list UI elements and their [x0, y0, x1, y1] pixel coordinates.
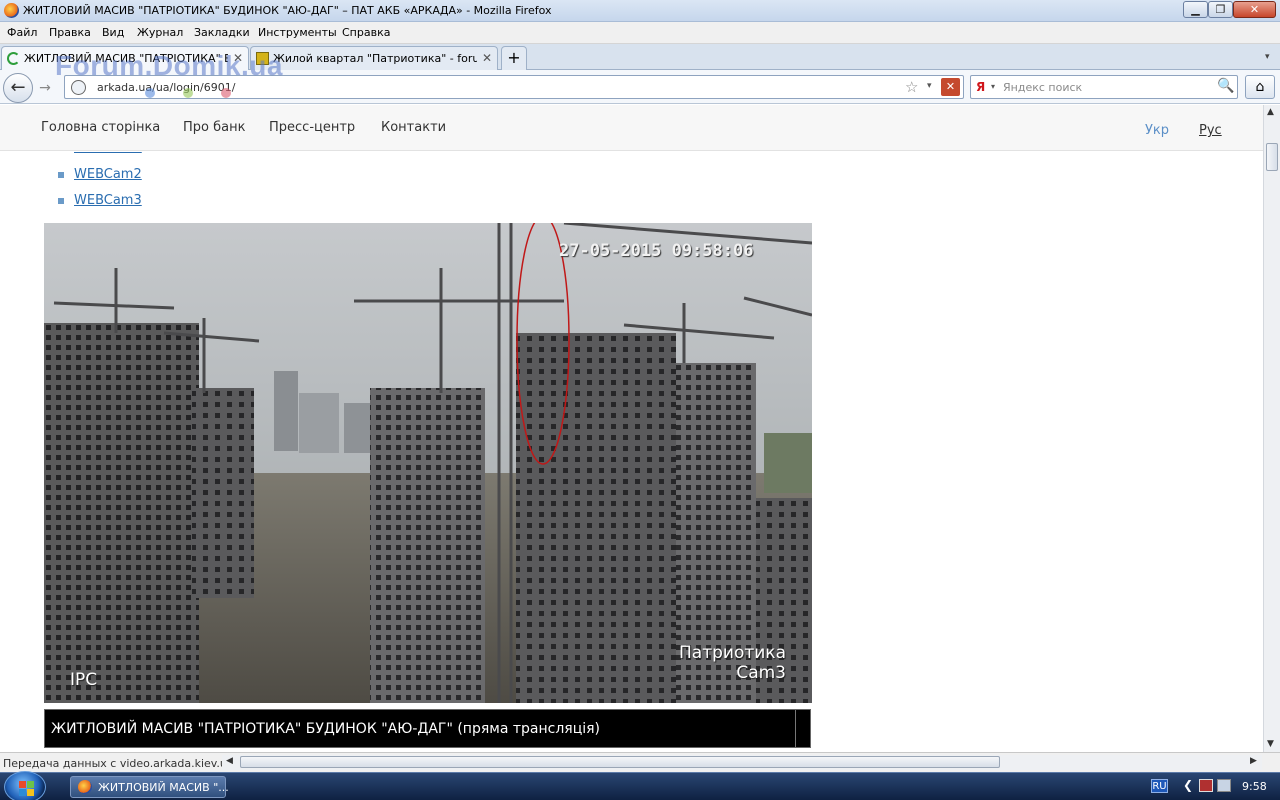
nav-press-center[interactable]: Пресс-центр: [269, 120, 355, 135]
camera-id-label: Cam3: [736, 663, 786, 683]
forum-watermark: Forum.Domik.ua: [55, 50, 283, 81]
window-titlebar: ЖИТЛОВИЙ МАСИВ "ПАТРІОТИКА" БУДИНОК "АЮ-…: [0, 0, 1280, 22]
scroll-left-arrow-icon[interactable]: ◀: [226, 756, 233, 766]
menu-tools[interactable]: Инструменты: [258, 26, 337, 39]
page-viewport: WEBCam1 WEBCam2 WEBCam3 Головна сторінка…: [0, 105, 1263, 752]
lang-russian[interactable]: Рус: [1199, 123, 1222, 138]
search-input[interactable]: [1003, 79, 1213, 95]
scroll-thumb[interactable]: [1266, 143, 1278, 171]
status-text: Передача данных с video.arkada.kiev.ua..…: [3, 757, 245, 770]
list-bullet: [58, 198, 64, 204]
horizontal-scroll-thumb[interactable]: [240, 756, 1000, 768]
nav-about-bank[interactable]: Про банк: [183, 120, 245, 135]
camera-location-label: Патриотика: [679, 643, 786, 663]
status-bar: Передача данных с video.arkada.kiev.ua..…: [0, 752, 1280, 772]
camera-brand-label: IPC: [70, 670, 98, 690]
back-button[interactable]: ←: [3, 73, 33, 103]
search-bar[interactable]: Я ▾ 🔍: [970, 75, 1238, 99]
list-bullet: [58, 172, 64, 178]
taskbar-firefox-window[interactable]: ЖИТЛОВИЙ МАСИВ "...: [70, 776, 229, 798]
windows-taskbar: ЖИТЛОВИЙ МАСИВ "... RU ❮ 9:58: [0, 771, 1280, 800]
loading-spinner-icon: [7, 52, 20, 65]
language-indicator[interactable]: RU: [1151, 779, 1168, 793]
firefox-icon: [4, 3, 19, 18]
maximize-button[interactable]: ❐: [1208, 1, 1233, 18]
webcam2-link[interactable]: WEBCam2: [74, 167, 142, 182]
url-history-dropdown-icon[interactable]: ▾: [927, 81, 932, 91]
camera-timestamp: 27-05-2015 09:58:06: [559, 241, 754, 261]
vertical-scrollbar[interactable]: ▲ ▼: [1263, 105, 1280, 752]
horizontal-scrollbar[interactable]: ◀ ▶: [222, 755, 1262, 770]
site-nav: Головна сторінка Про банк Пресс-центр Ко…: [0, 105, 1263, 151]
menu-view[interactable]: Вид: [102, 26, 124, 39]
forward-button[interactable]: →: [34, 79, 56, 97]
video-caption: ЖИТЛОВИЙ МАСИВ "ПАТРІОТИКА" БУДИНОК "АЮ-…: [51, 721, 600, 737]
watermark-dots: [145, 88, 259, 101]
webcam-video-frame[interactable]: 27-05-2015 09:58:06 Патриотика Cam3 IPC: [44, 223, 812, 703]
search-engine-dropdown-icon[interactable]: ▾: [991, 82, 995, 91]
nav-home[interactable]: Головна сторінка: [41, 120, 160, 135]
video-caption-bar: ЖИТЛОВИЙ МАСИВ "ПАТРІОТИКА" БУДИНОК "АЮ-…: [44, 709, 811, 748]
menu-history[interactable]: Журнал: [137, 26, 183, 39]
firefox-icon: [78, 780, 92, 794]
tab-list-arrow-icon[interactable]: ▾: [1265, 52, 1270, 62]
menu-bar: Файл Правка Вид Журнал Закладки Инструме…: [0, 22, 1280, 44]
tab-label: Жилой квартал "Патриотика" - forum....: [273, 52, 477, 65]
network-tray-icon[interactable]: [1217, 779, 1231, 792]
new-tab-button[interactable]: +: [501, 46, 527, 70]
site-identity-icon[interactable]: [71, 80, 86, 95]
scroll-right-arrow-icon[interactable]: ▶: [1250, 756, 1257, 766]
close-window-button[interactable]: ✕: [1233, 1, 1276, 18]
caption-divider: [795, 710, 796, 747]
system-clock[interactable]: 9:58: [1242, 780, 1267, 793]
security-tray-icon[interactable]: [1199, 779, 1213, 792]
nav-contacts[interactable]: Контакти: [381, 120, 446, 135]
lang-ukrainian[interactable]: Укр: [1145, 123, 1169, 138]
stop-button[interactable]: ✕: [941, 78, 960, 96]
webcam3-link[interactable]: WEBCam3: [74, 193, 142, 208]
taskbar-window-label: ЖИТЛОВИЙ МАСИВ "...: [98, 781, 229, 794]
scroll-up-arrow-icon[interactable]: ▲: [1267, 107, 1274, 117]
tab-close-icon[interactable]: ✕: [482, 51, 492, 65]
yandex-icon[interactable]: Я: [976, 80, 985, 94]
menu-help[interactable]: Справка: [342, 26, 390, 39]
home-button[interactable]: ⌂: [1245, 75, 1275, 99]
bookmark-star-icon[interactable]: ☆: [905, 78, 918, 96]
tray-expand-arrow-icon[interactable]: ❮: [1183, 778, 1193, 792]
menu-bookmarks[interactable]: Закладки: [194, 26, 250, 39]
minimize-button[interactable]: ▁: [1183, 1, 1208, 18]
tab-forum[interactable]: Жилой квартал "Патриотика" - forum.... ✕: [250, 46, 498, 70]
search-icon[interactable]: 🔍: [1217, 78, 1234, 94]
menu-edit[interactable]: Правка: [49, 26, 91, 39]
scroll-down-arrow-icon[interactable]: ▼: [1267, 739, 1274, 749]
window-title: ЖИТЛОВИЙ МАСИВ "ПАТРІОТИКА" БУДИНОК "АЮ-…: [23, 4, 552, 17]
construction-site-image: [44, 223, 812, 703]
menu-file[interactable]: Файл: [7, 26, 37, 39]
start-button[interactable]: [4, 771, 46, 800]
